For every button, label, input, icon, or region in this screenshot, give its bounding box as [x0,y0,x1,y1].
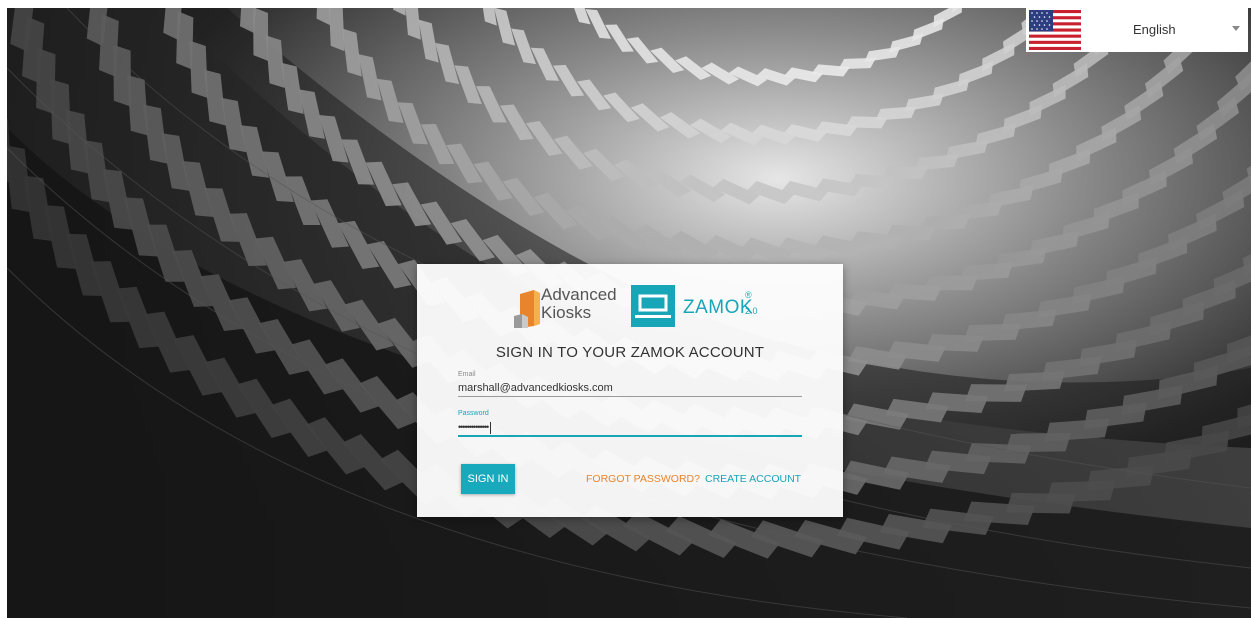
registered-mark: ® [745,290,752,300]
password-masked-value: •••••••••••••• [458,422,489,432]
logo-row: Advanced Kiosks ZAMOK ® 2.0 [417,282,843,330]
zamok-wordmark: ZAMOK [683,297,754,318]
password-input[interactable]: •••••••••••••• [458,419,802,437]
signin-card: Advanced Kiosks ZAMOK ® 2.0 SIGN IN TO Y… [417,264,843,517]
page-title: SIGN IN TO YOUR ZAMOK ACCOUNT [495,344,765,361]
email-label: Email [458,371,476,378]
advanced-kiosks-mark-icon [514,290,540,328]
us-flag-icon [1029,10,1081,50]
email-input[interactable]: marshall@advancedkiosks.com [458,380,802,397]
zamok-version: 2.0 [745,306,758,316]
signin-button[interactable]: SIGN IN [461,464,515,494]
advanced-kiosks-line2: Kiosks [541,303,592,322]
language-label: English [1133,22,1176,37]
password-field[interactable]: Password •••••••••••••• [458,410,802,437]
zamok-logo: ZAMOK ® 2.0 [631,285,771,327]
advanced-kiosks-line1: Advanced [541,285,617,304]
advanced-kiosks-logo: Advanced Kiosks [514,282,619,330]
password-label: Password [458,410,489,417]
language-selector[interactable]: English [1026,8,1248,52]
text-cursor [490,421,492,434]
login-page: English Advanced Kiosks ZAMOK ® 2.0 SIGN… [0,0,1251,618]
zamok-mark-icon [631,285,675,327]
email-field[interactable]: Email marshall@advancedkiosks.com [458,371,802,397]
forgot-password-link[interactable]: FORGOT PASSWORD? [586,473,700,485]
create-account-link[interactable]: CREATE ACCOUNT [705,473,801,485]
chevron-down-icon [1232,26,1240,31]
